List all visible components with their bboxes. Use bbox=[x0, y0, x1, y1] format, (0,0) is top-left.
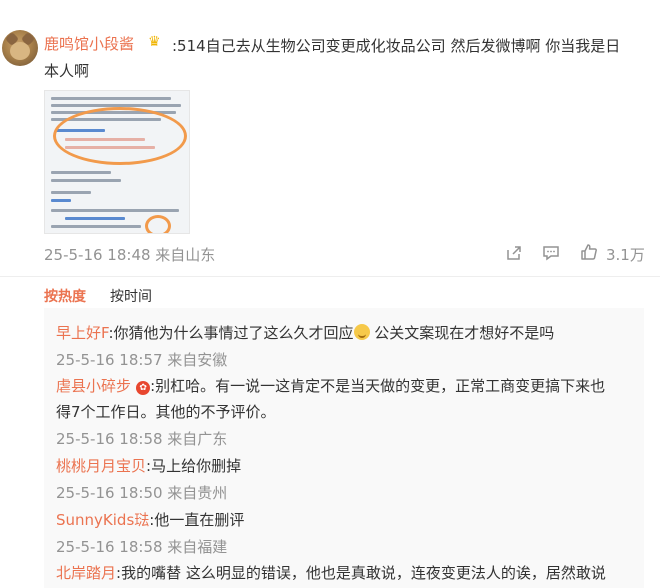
avatar-face bbox=[10, 42, 30, 60]
reply-item: 虐县小碎步 ✿:别杠哈。有一说一这肯定不是当天做的变更，正常工商变更搞下来也 bbox=[56, 375, 605, 396]
reply-username[interactable]: SunnyKids琺 bbox=[56, 511, 149, 529]
verified-badge-icon: ✿ bbox=[136, 381, 151, 395]
reply-meta: 25-5-16 18:58 来自福建 bbox=[56, 538, 228, 556]
reply-text: :别杠哈。有一说一这肯定不是当天做的变更，正常工商变更搞下来也 bbox=[150, 377, 606, 395]
reply-item: 北岸踏月:我的嘴替 这么明显的错误，他也是真敢说，连夜变更法人的诶，居然敢说 bbox=[56, 562, 606, 583]
reply-item: SunnyKids琺:他一直在删评 bbox=[56, 509, 244, 530]
like-count: 3.1万 bbox=[606, 246, 645, 264]
share-icon[interactable] bbox=[505, 244, 523, 266]
post-author[interactable]: 鹿鸣馆小段酱 bbox=[44, 33, 134, 54]
emoji-icon bbox=[353, 324, 370, 340]
reply-meta: 25-5-16 18:57 来自安徽 bbox=[56, 351, 228, 369]
post-text-cont: 本人啊 bbox=[44, 62, 90, 80]
reply-text: :马上给你删掉 bbox=[146, 457, 242, 475]
reply-text: :他一直在删评 bbox=[149, 511, 245, 529]
comment-icon[interactable] bbox=[542, 244, 560, 266]
tab-sort-hot[interactable]: 按热度 bbox=[44, 286, 86, 306]
avatar[interactable] bbox=[2, 30, 38, 66]
like-icon[interactable] bbox=[580, 243, 598, 265]
reply-item: 早上好F:你猜他为什么事情过了这么久才回应 公关文案现在才想好不是吗 bbox=[56, 322, 554, 343]
reply-item: 桃桃月月宝贝:马上给你删掉 bbox=[56, 455, 241, 476]
reply-meta: 25-5-16 18:50 来自贵州 bbox=[56, 484, 228, 502]
post-text: :514自己去从生物公司变更成化妆品公司 然后发微博啊 你当我是日 bbox=[172, 37, 621, 55]
reply-username[interactable]: 桃桃月月宝贝 bbox=[56, 457, 146, 475]
crown-badge-icon: ♛ bbox=[148, 34, 161, 50]
reply-text: 公关文案现在才想好不是吗 bbox=[369, 324, 555, 342]
reply-username[interactable]: 虐县小碎步 bbox=[56, 377, 131, 395]
reply-text: :我的嘴替 这么明显的错误，他也是真敢说，连夜变更法人的诶，居然敢说 bbox=[116, 564, 606, 582]
reply-text: :你猜他为什么事情过了这么久才回应 bbox=[108, 324, 354, 342]
tab-sort-time[interactable]: 按时间 bbox=[110, 286, 152, 306]
reply-username[interactable]: 早上好F bbox=[56, 324, 108, 342]
reply-meta: 25-5-16 18:58 来自广东 bbox=[56, 430, 228, 448]
divider bbox=[0, 276, 660, 277]
reply-text-cont: 得7个工作日。其他的不予评价。 bbox=[56, 403, 276, 421]
post-image[interactable] bbox=[44, 90, 190, 234]
reply-username[interactable]: 北岸踏月 bbox=[56, 564, 116, 582]
post-meta: 25-5-16 18:48 来自山东 bbox=[44, 246, 216, 264]
highlight-circle bbox=[53, 107, 187, 165]
highlight-circle bbox=[145, 215, 171, 233]
